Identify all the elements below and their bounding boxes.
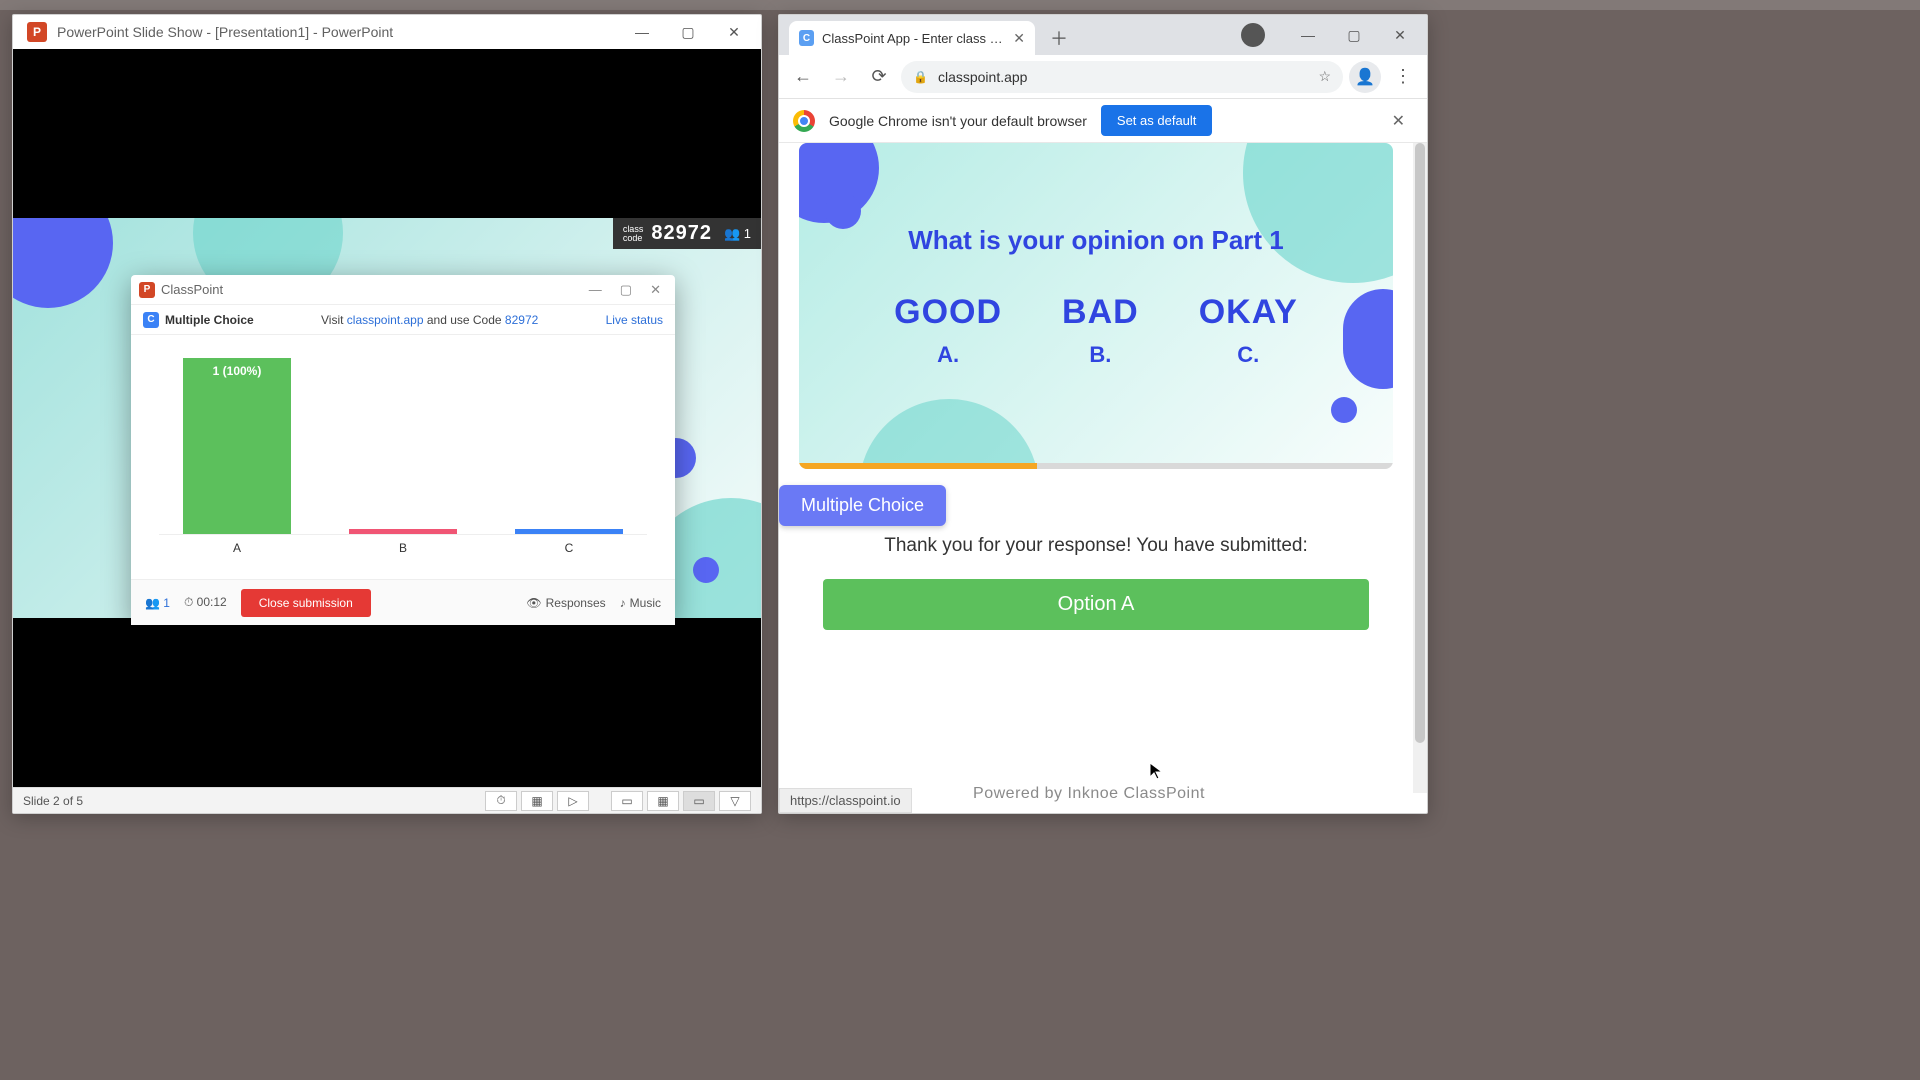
cp-dialog-footer: 👥 1 ⏱ 00:12 Close submission 👁 Responses… (131, 579, 675, 625)
question-type-badge: C Multiple Choice (143, 312, 254, 328)
close-submission-button[interactable]: Close submission (241, 589, 371, 617)
tab-close-button[interactable]: ✕ (1013, 30, 1025, 47)
submission-message: Thank you for your response! You have su… (779, 535, 1413, 557)
view-timing-button[interactable]: ⏱ (485, 791, 517, 811)
profile-button[interactable]: 👤 (1349, 61, 1381, 93)
view-reading-button[interactable]: ▭ (683, 791, 715, 811)
ppt-window-title: PowerPoint Slide Show - [Presentation1] … (57, 24, 393, 40)
slideshow-stage[interactable]: classcode 82972 👥 1 P ClassPoint — ▢ ✕ C… (13, 49, 761, 787)
option-okay: OKAY C. (1199, 293, 1298, 368)
option-bad: BAD B. (1062, 293, 1139, 368)
classpoint-app-icon: P (139, 282, 155, 298)
music-button[interactable]: ♪ Music (620, 596, 661, 610)
class-code-label: classcode (623, 225, 644, 243)
join-instructions: Visit classpoint.app and use Code 82972 (321, 313, 538, 327)
maximize-button[interactable]: ▢ (665, 15, 711, 49)
cp-minimize-button[interactable]: — (589, 282, 602, 298)
set-default-button[interactable]: Set as default (1101, 105, 1213, 136)
view-slideshow-button[interactable]: ▽ (719, 791, 751, 811)
default-browser-message: Google Chrome isn't your default browser (829, 113, 1087, 129)
option-good: GOOD A. (894, 293, 1002, 368)
join-code: 82972 (505, 313, 538, 327)
classpoint-icon: C (143, 312, 159, 328)
close-button[interactable]: ✕ (711, 15, 757, 49)
tab-favicon: C (799, 30, 814, 46)
view-sorter-button[interactable]: ▦ (647, 791, 679, 811)
footer-participants: 👥 1 (145, 596, 170, 610)
class-code-value: 82972 (651, 222, 712, 245)
question-card: What is your opinion on Part 1 GOOD A. B… (799, 143, 1393, 469)
ppt-statusbar: Slide 2 of 5 ⏱ ▦ ▷ ▭ ▦ ▭ ▽ (13, 787, 761, 813)
join-link[interactable]: classpoint.app (347, 313, 424, 327)
address-bar[interactable]: 🔒 classpoint.app ☆ (901, 61, 1343, 93)
chrome-maximize-button[interactable]: ▢ (1331, 15, 1377, 55)
classpoint-dialog: P ClassPoint — ▢ ✕ C Multiple Choice Vis… (131, 275, 675, 625)
bar-b (349, 529, 457, 534)
submitted-option: Option A (823, 579, 1369, 630)
slide-counter: Slide 2 of 5 (23, 794, 83, 808)
browser-tab[interactable]: C ClassPoint App - Enter class code ✕ (789, 21, 1035, 55)
cp-dialog-title: ClassPoint (161, 282, 223, 297)
view-normal-button[interactable]: ▭ (611, 791, 643, 811)
lock-icon[interactable]: 🔒 (913, 70, 928, 84)
live-status-link[interactable]: Live status (606, 313, 663, 327)
bar-a: 1 (100%) (183, 358, 291, 534)
os-topbar (0, 0, 1920, 10)
forward-button[interactable]: → (825, 61, 857, 93)
progress-bar (799, 463, 1393, 469)
view-play-button[interactable]: ▷ (557, 791, 589, 811)
question-type-pill: Multiple Choice (779, 485, 946, 526)
new-tab-button[interactable]: ＋ (1045, 24, 1073, 52)
chrome-close-button[interactable]: ✕ (1377, 15, 1423, 55)
default-browser-banner: Google Chrome isn't your default browser… (779, 99, 1427, 143)
chrome-toolbar: ← → ⟳ 🔒 classpoint.app ☆ 👤 ⋮ (779, 55, 1427, 99)
cp-info-bar: C Multiple Choice Visit classpoint.app a… (131, 305, 675, 335)
scrollbar-thumb[interactable] (1415, 143, 1425, 743)
response-chart: 1 (100%) A B C (131, 335, 675, 579)
axis-label-a: A (183, 541, 291, 555)
cp-maximize-button[interactable]: ▢ (620, 282, 632, 298)
chrome-tabstrip[interactable]: C ClassPoint App - Enter class code ✕ ＋ … (779, 15, 1427, 55)
view-notes-button[interactable]: ▦ (521, 791, 553, 811)
back-button[interactable]: ← (787, 61, 819, 93)
axis-label-c: C (515, 541, 623, 555)
cp-dialog-titlebar[interactable]: P ClassPoint — ▢ ✕ (131, 275, 675, 305)
class-code-badge[interactable]: classcode 82972 👥 1 (613, 218, 761, 249)
bar-a-label: 1 (100%) (183, 364, 291, 378)
chrome-minimize-button[interactable]: — (1285, 15, 1331, 55)
chrome-search-tabs-button[interactable] (1241, 23, 1265, 47)
powerpoint-window: P PowerPoint Slide Show - [Presentation1… (12, 14, 762, 814)
powerpoint-app-icon: P (27, 22, 47, 42)
participant-count: 👥 1 (724, 226, 751, 242)
banner-dismiss-button[interactable]: ✕ (1384, 107, 1413, 135)
reload-button[interactable]: ⟳ (863, 61, 895, 93)
chrome-logo-icon (793, 110, 815, 132)
mouse-cursor-icon (1147, 761, 1167, 781)
chrome-menu-button[interactable]: ⋮ (1387, 61, 1419, 93)
chrome-window: C ClassPoint App - Enter class code ✕ ＋ … (778, 14, 1428, 814)
url-text: classpoint.app (938, 69, 1028, 85)
scrollbar[interactable] (1413, 143, 1427, 793)
responses-button[interactable]: 👁 Responses (526, 596, 605, 610)
minimize-button[interactable]: — (619, 15, 665, 49)
ppt-titlebar[interactable]: P PowerPoint Slide Show - [Presentation1… (13, 15, 761, 49)
question-type-label: Multiple Choice (165, 313, 254, 327)
bar-c (515, 529, 623, 534)
page-content: What is your opinion on Part 1 GOOD A. B… (779, 143, 1427, 813)
axis-label-b: B (349, 541, 457, 555)
footer-timer: ⏱ 00:12 (184, 595, 227, 610)
cp-close-button[interactable]: ✕ (650, 282, 661, 298)
question-title: What is your opinion on Part 1 (799, 225, 1393, 256)
tab-title: ClassPoint App - Enter class code (822, 31, 1005, 46)
bookmark-star-icon[interactable]: ☆ (1318, 68, 1331, 85)
status-bar-url: https://classpoint.io (779, 788, 912, 813)
